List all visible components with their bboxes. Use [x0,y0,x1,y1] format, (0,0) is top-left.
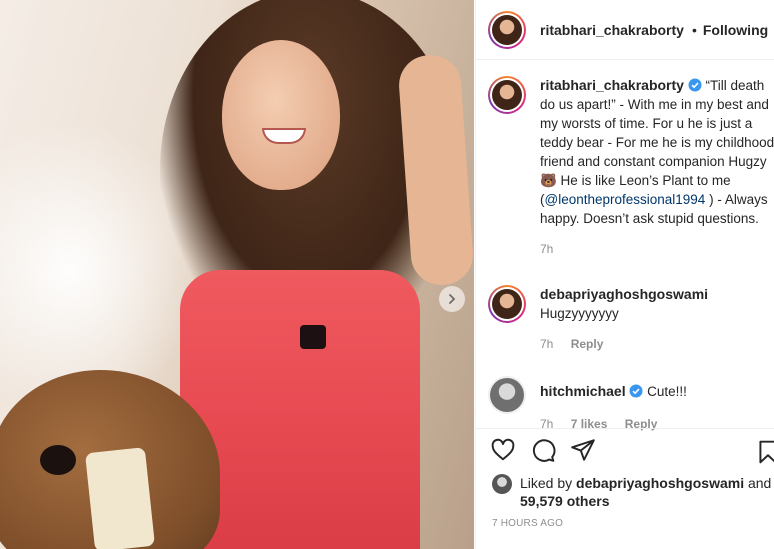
comment-icon[interactable] [530,437,556,463]
post-header: ritabhari_chakraborty • Following [476,0,774,60]
commenter-avatar[interactable] [488,285,526,323]
liked-by-label: Liked by [520,475,573,491]
caption-username[interactable]: ritabhari_chakraborty [540,77,684,93]
post-sidebar: ritabhari_chakraborty • Following ritabh… [475,0,774,549]
verified-badge-icon [688,78,702,92]
reply-button[interactable]: Reply [571,337,604,351]
post-timestamp[interactable]: 7 HOURS AGO [492,518,563,529]
comment-text: Hugzyyyyyyy [540,306,619,321]
mention-link[interactable]: @leontheprofessional1994 [545,192,706,207]
share-icon[interactable] [570,437,596,463]
comment-item: hitchmichael Cute!!! 7h 7 likes Reply [476,376,774,434]
likes-count[interactable]: 59,579 others [520,493,610,509]
photo-bow [300,325,326,349]
heart-icon[interactable] [490,437,516,463]
photo-face [222,40,340,190]
liker-username[interactable]: debapriyaghoshgoswami [576,475,744,491]
chevron-right-icon [449,294,456,304]
comment-username[interactable]: debapriyaghoshgoswami [540,285,774,304]
teddy-bear-nose [40,445,76,475]
caption-avatar[interactable] [488,76,526,114]
post-image [0,0,474,549]
verified-badge-icon [629,384,643,398]
comment-time[interactable]: 7h [540,337,553,351]
liker-avatar[interactable] [492,474,512,494]
comments-list: ritabhari_chakraborty “Till death do us … [476,76,774,434]
action-bar [476,428,774,464]
caption-text: “Till death do us apart!” - With me in m… [540,78,774,207]
next-image-button[interactable] [439,286,465,312]
comment-item: debapriyaghoshgoswami Hugzyyyyyyy 7h Rep… [476,285,774,354]
comment-text: Cute!!! [647,384,687,399]
comment-username[interactable]: hitchmichael [540,383,626,399]
separator-dot: • [691,21,697,38]
likes-and: and [747,475,772,491]
caption-time[interactable]: 7h [540,242,553,256]
teddy-ribbon [84,447,156,549]
likes-summary: Liked by debapriyaghoshgoswami and 59,57… [492,474,771,510]
author-avatar[interactable] [488,10,526,49]
following-button[interactable]: Following [703,22,768,38]
commenter-avatar[interactable] [488,376,526,414]
caption: ritabhari_chakraborty “Till death do us … [476,76,774,259]
bookmark-icon[interactable] [755,439,774,465]
author-username[interactable]: ritabhari_chakraborty [540,22,684,38]
